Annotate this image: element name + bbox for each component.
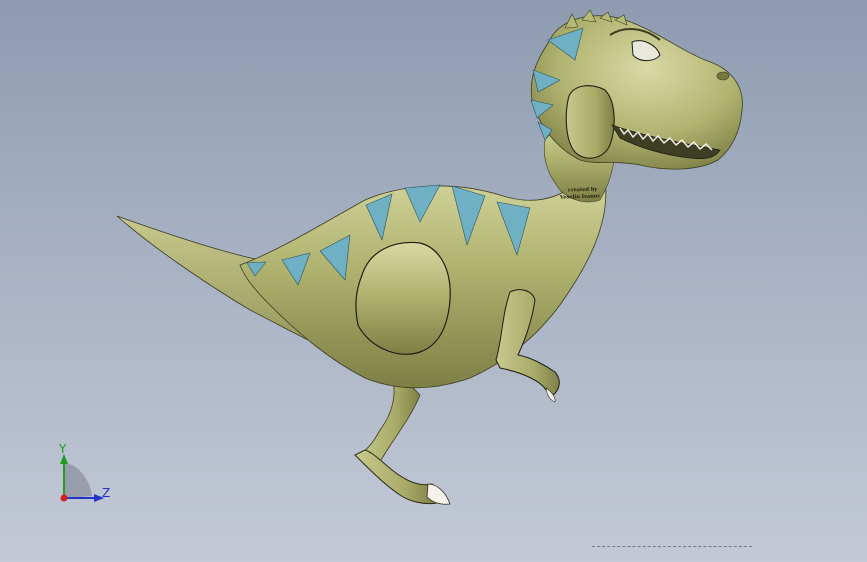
dino-nostril: [716, 71, 730, 81]
dino-thigh[interactable]: [355, 241, 451, 355]
triad-y-label: Y: [59, 442, 67, 456]
triad-x-axis: [60, 494, 68, 502]
dino-cheek[interactable]: [565, 85, 615, 159]
dinosaur-model[interactable]: [0, 0, 867, 562]
status-indicator-line: [592, 546, 752, 549]
engraving-line-1: created by: [567, 186, 598, 194]
triad-plane: [64, 462, 92, 498]
graphics-viewport[interactable]: created by Veselin Ivanov Y Z: [0, 0, 867, 562]
triad-z-label: Z: [102, 486, 111, 500]
dino-back-foot[interactable]: [354, 449, 438, 505]
